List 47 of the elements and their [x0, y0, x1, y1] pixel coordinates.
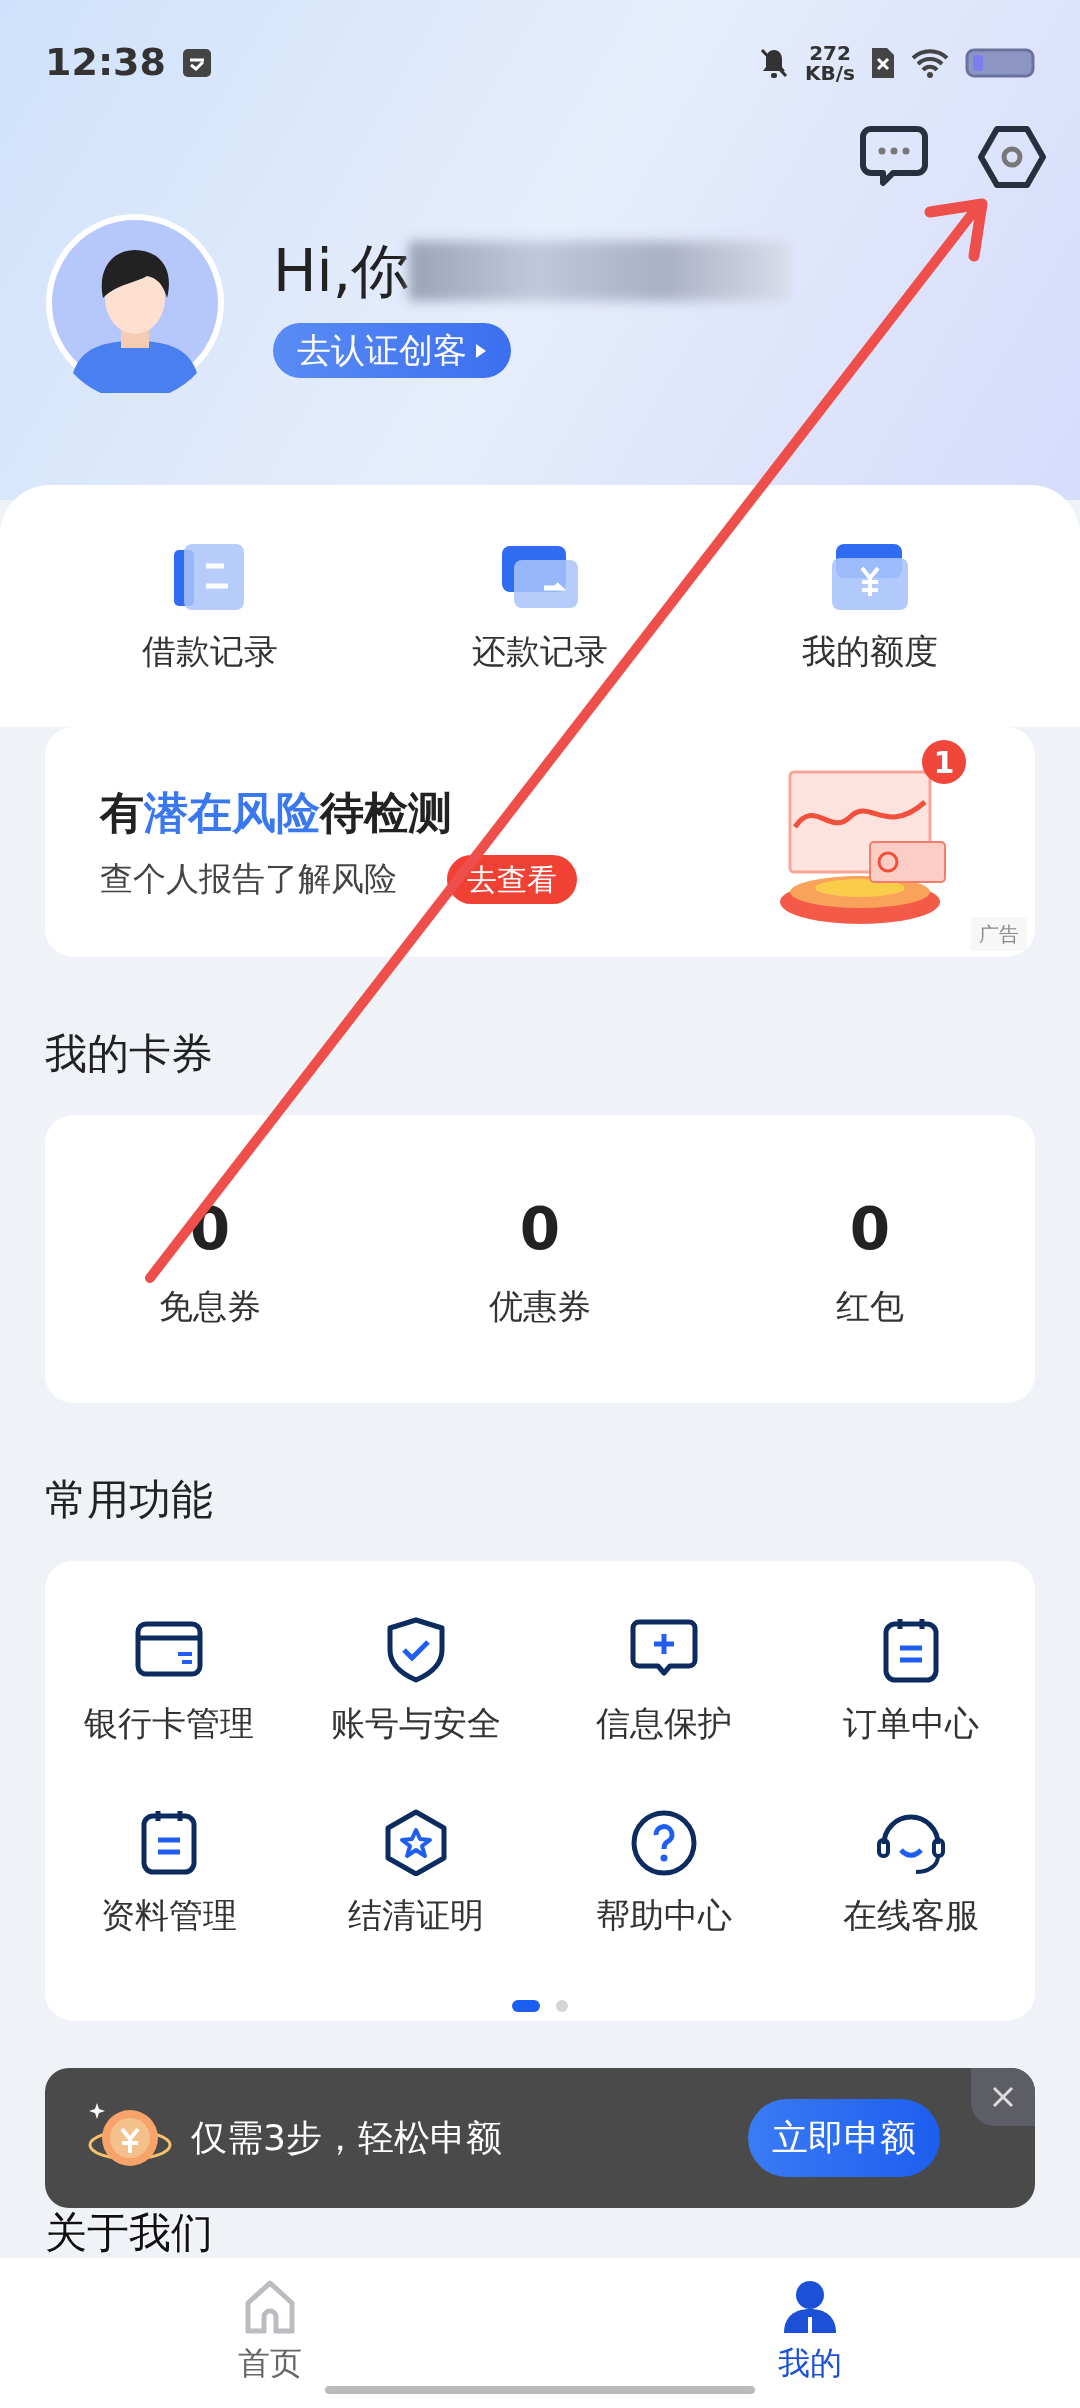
section-title: 我的卡券 — [45, 1028, 214, 1080]
function-item[interactable]: 结清证明 — [292, 1808, 540, 2000]
banner-title: 有潜在风险待检测 — [100, 786, 453, 841]
apply-button[interactable]: 立即申额 — [748, 2099, 940, 2177]
quick-link[interactable]: 我的额度 — [802, 540, 938, 677]
section-title: 关于我们 — [45, 2209, 213, 2258]
sim-icon — [871, 46, 895, 79]
function-item[interactable]: 资料管理 — [45, 1808, 293, 2000]
promo-text: 仅需3步，轻松申额 — [191, 2116, 502, 2160]
check-button[interactable]: 去查看 — [447, 854, 577, 904]
quick-link[interactable]: 借款记录 — [142, 540, 278, 677]
coupon-count: 0 — [849, 1194, 891, 1265]
coupon-count: 0 — [519, 1194, 561, 1265]
message-button[interactable] — [859, 125, 929, 189]
section-title: 常用功能 — [45, 1474, 214, 1526]
certify-button[interactable]: 去认证创客 — [273, 322, 511, 379]
status-time: 12:38 — [45, 39, 166, 86]
close-icon — [992, 2086, 1014, 2108]
function-item[interactable]: 帮助中心 — [540, 1808, 788, 2000]
function-item[interactable]: 银行卡管理 — [45, 1616, 293, 1808]
function-item[interactable]: 订单中心 — [787, 1616, 1035, 1808]
ad-label: 广告 — [971, 917, 1027, 951]
function-item[interactable]: 账号与安全 — [292, 1616, 540, 1808]
risk-banner[interactable]: 有潜在风险待检测 查个人报告了解风险 去查看 1 广告 — [45, 727, 1035, 957]
function-item[interactable]: 信息保护 — [540, 1616, 788, 1808]
tab-item[interactable]: 首页 — [120, 2278, 420, 2388]
network-speed-unit: KB/s — [805, 62, 855, 83]
banner-subtitle: 查个人报告了解风险 — [100, 858, 397, 901]
settings-icon — [977, 125, 1047, 189]
notification-icon — [181, 47, 212, 78]
coupon-label: 免息券 — [159, 1285, 261, 1328]
close-button[interactable] — [971, 2068, 1035, 2126]
settings-button[interactable] — [977, 125, 1047, 189]
notification-badge: 1 — [922, 740, 966, 784]
network-speed: 272 — [808, 42, 852, 63]
coupon-label: 红包 — [836, 1285, 904, 1328]
greeting-text: Hi,你 — [273, 235, 410, 307]
caret-icon — [475, 342, 487, 359]
message-icon — [859, 125, 929, 189]
coupon-label: 优惠券 — [489, 1285, 591, 1328]
battery-icon — [965, 47, 1035, 78]
quick-link[interactable]: 还款记录 — [472, 540, 608, 677]
wifi-icon — [911, 47, 949, 78]
tab-item[interactable]: 我的 — [660, 2278, 960, 2388]
mute-icon — [759, 46, 790, 79]
function-item[interactable]: 在线客服 — [787, 1808, 1035, 2000]
person-icon — [782, 2279, 838, 2335]
